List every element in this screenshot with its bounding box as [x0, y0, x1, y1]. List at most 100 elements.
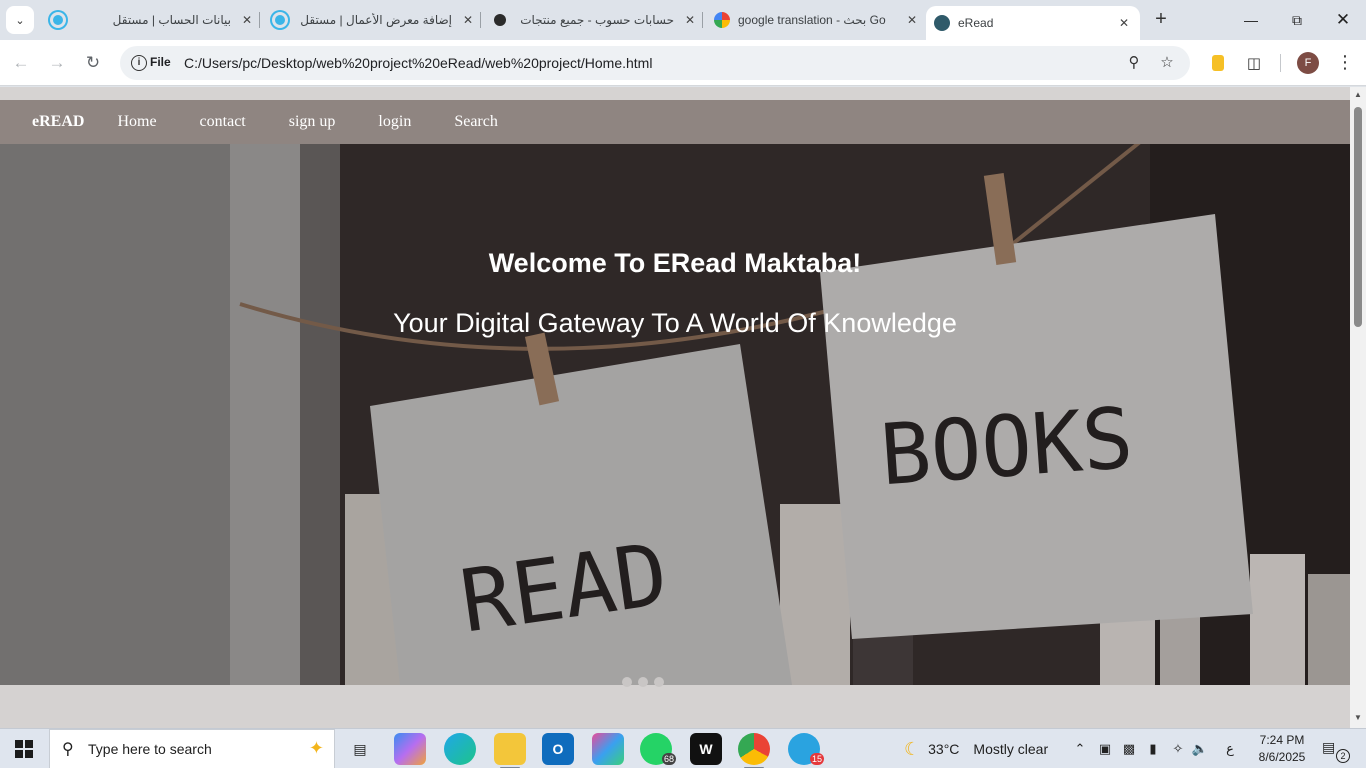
puzzle-icon[interactable]: ◫: [1244, 53, 1264, 73]
nav-link-contact[interactable]: contact: [200, 113, 246, 131]
start-button[interactable]: [0, 729, 48, 768]
nav-link-home[interactable]: Home: [117, 113, 156, 131]
weather-text: Mostly clear: [973, 741, 1049, 757]
extension-icon[interactable]: [1208, 53, 1228, 73]
scroll-down-icon[interactable]: ▼: [1353, 713, 1363, 722]
nav-link-signup[interactable]: sign up: [289, 113, 336, 131]
google-icon: [714, 12, 730, 28]
back-button[interactable]: ←: [8, 50, 34, 76]
volume-icon[interactable]: 🔈: [1190, 729, 1210, 768]
close-icon[interactable]: ✕: [682, 13, 698, 27]
display-icon[interactable]: ▩: [1120, 729, 1138, 768]
hero-carousel: READ BOOKS Welcome To ERead Maktaba! You…: [0, 144, 1350, 685]
reload-icon: ↻: [85, 53, 101, 72]
hsoub-icon: [494, 14, 506, 26]
site-brand[interactable]: eREAD: [32, 113, 84, 131]
moon-cloud-icon: ☾: [904, 738, 921, 759]
info-icon[interactable]: i: [131, 55, 147, 71]
page-scrollbar[interactable]: ▲ ▼: [1350, 87, 1366, 728]
tab-search-button[interactable]: ⌄: [6, 6, 34, 34]
browser-toolbar: ← → ↻ i File C:/Users/pc/Desktop/web%20p…: [0, 40, 1366, 86]
avatar[interactable]: F: [1297, 52, 1319, 74]
input-language-indicator[interactable]: ع: [1220, 729, 1240, 768]
mostaql-icon: [50, 12, 66, 28]
close-icon[interactable]: ✕: [460, 13, 476, 27]
msn-icon[interactable]: [592, 733, 624, 765]
outlook-icon[interactable]: O: [542, 733, 574, 765]
carousel-dot[interactable]: [622, 677, 632, 687]
file-explorer-icon[interactable]: [494, 733, 526, 768]
clock-date: 8/6/2025: [1258, 750, 1306, 764]
carousel-dot[interactable]: [654, 677, 664, 687]
eread-icon: [934, 15, 950, 31]
close-icon[interactable]: ✕: [1116, 16, 1132, 30]
close-icon[interactable]: ✕: [904, 13, 920, 27]
carousel-indicators: [622, 677, 664, 687]
new-tab-button[interactable]: +: [1150, 8, 1172, 30]
whatsapp-badge: 68: [661, 753, 676, 765]
tab-4[interactable]: google translation - بحث Go ✕: [706, 0, 920, 40]
nav-link-search[interactable]: Search: [454, 113, 498, 131]
weather-widget[interactable]: ☾ 33°C Mostly clear: [904, 729, 1048, 768]
reload-button[interactable]: ↻: [80, 50, 106, 76]
tab-title: google translation - بحث Go: [738, 13, 886, 27]
tab-title: eRead: [958, 16, 994, 30]
scroll-up-icon[interactable]: ▲: [1353, 90, 1363, 99]
chevron-down-icon: ⌄: [15, 14, 25, 27]
telegram-icon[interactable]: 15: [788, 733, 824, 765]
search-placeholder: Type here to search: [88, 741, 212, 757]
tab-title: حسابات حسوب - جميع منتجات: [520, 13, 674, 27]
arrow-left-icon: ←: [12, 53, 30, 72]
copilot-icon[interactable]: [394, 733, 426, 765]
device-icon[interactable]: ▣: [1096, 729, 1114, 768]
star-icon[interactable]: ☆: [1158, 54, 1176, 72]
zoom-icon[interactable]: ⚲: [1125, 54, 1143, 72]
forward-button[interactable]: →: [44, 50, 70, 76]
task-view-icon[interactable]: ▤: [344, 733, 376, 765]
address-bar[interactable]: i File C:/Users/pc/Desktop/web%20project…: [120, 46, 1190, 80]
edge-icon[interactable]: [444, 733, 476, 765]
nav-link-login[interactable]: login: [378, 113, 411, 131]
scheme-label: File: [150, 55, 171, 69]
page-viewport: eREAD Home contact sign up login Search: [0, 87, 1350, 728]
close-icon[interactable]: ✕: [239, 13, 255, 27]
restore-button[interactable]: ⧉: [1274, 0, 1320, 40]
tab-title: بيانات الحساب | مستقل: [112, 13, 231, 27]
windows-icon: [15, 740, 33, 758]
arrow-right-icon: →: [48, 53, 66, 72]
notification-center-button[interactable]: ▤ 2: [1322, 739, 1350, 763]
webstorm-icon[interactable]: W: [690, 733, 722, 765]
tab-1[interactable]: بيانات الحساب | مستقل ✕: [40, 0, 255, 40]
weather-temp: 33°C: [928, 741, 960, 757]
tab-title: إضافة معرض الأعمال | مستقل: [300, 13, 452, 27]
more-icon[interactable]: ⋮: [1336, 51, 1354, 75]
chevron-up-icon[interactable]: ⌃: [1070, 729, 1090, 768]
url-text[interactable]: C:/Users/pc/Desktop/web%20project%20eRea…: [184, 55, 652, 71]
wifi-icon[interactable]: ✧: [1168, 729, 1188, 768]
taskbar-search-box[interactable]: ⚲ Type here to search ✦: [49, 729, 335, 768]
tab-3[interactable]: حسابات حسوب - جميع منتجات ✕: [484, 0, 698, 40]
site-navbar: eREAD Home contact sign up login Search: [0, 100, 1350, 144]
battery-icon[interactable]: ▮: [1144, 729, 1162, 768]
tab-strip: ⌄ بيانات الحساب | مستقل ✕ إضافة معرض الأ…: [0, 0, 1366, 40]
close-icon: ✕: [1335, 10, 1351, 29]
whatsapp-icon[interactable]: 68: [640, 733, 676, 765]
restore-icon: ⧉: [1292, 11, 1302, 28]
tab-2[interactable]: إضافة معرض الأعمال | مستقل ✕: [262, 0, 476, 40]
sparkle-icon: ✦: [308, 738, 324, 758]
carousel-dot[interactable]: [638, 677, 648, 687]
close-window-button[interactable]: ✕: [1320, 0, 1366, 40]
minimize-icon: —: [1244, 12, 1258, 28]
tab-5-active[interactable]: eRead ✕: [926, 6, 1140, 40]
minimize-button[interactable]: —: [1228, 0, 1274, 40]
chrome-icon[interactable]: [738, 733, 770, 768]
hero-heading: Welcome To ERead Maktaba!: [488, 248, 862, 278]
system-clock[interactable]: 7:24 PM 8/6/2025: [1254, 732, 1310, 766]
mostaql-icon: [272, 12, 288, 28]
scroll-thumb[interactable]: [1354, 107, 1362, 327]
hero-background-image: READ BOOKS: [0, 144, 1350, 685]
search-icon: ⚲: [62, 741, 74, 758]
telegram-badge: 15: [809, 753, 824, 765]
hero-subheading: Your Digital Gateway To A World Of Knowl…: [393, 308, 957, 338]
windows-taskbar: ⚲ Type here to search ✦ ▤ O 68 W 15 ☾ 33…: [0, 728, 1366, 768]
